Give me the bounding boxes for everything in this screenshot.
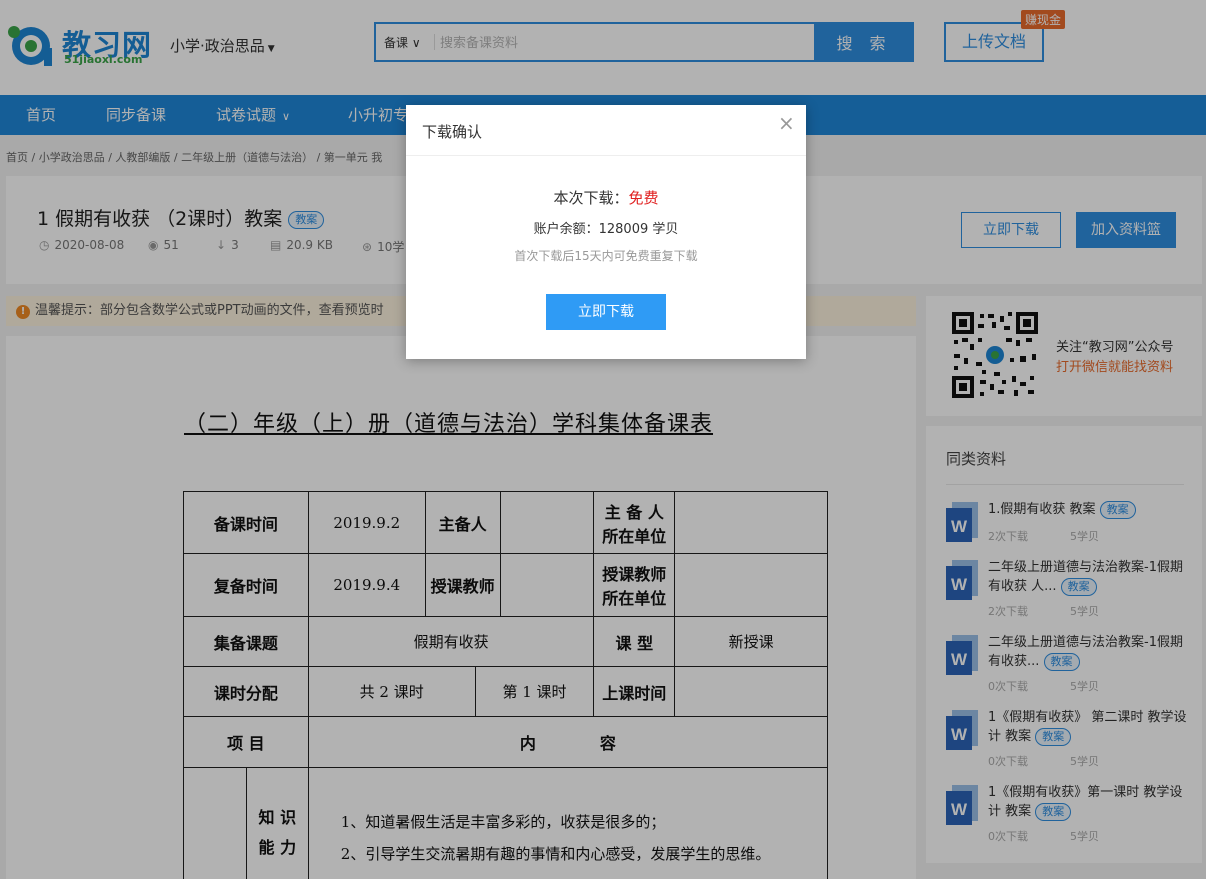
download-price-label: 本次下载：: [553, 189, 629, 207]
download-price-value: 免费: [628, 189, 659, 207]
redownload-hint: 首次下载后15天内可免费重复下载: [514, 249, 698, 263]
account-balance: 账户余额：128009 学贝: [533, 222, 679, 237]
download-price-line: 本次下载：免费: [406, 187, 806, 208]
confirm-download-button[interactable]: 立即下载: [546, 294, 666, 330]
divider: [406, 155, 806, 156]
dialog-title: 下载确认: [422, 123, 483, 141]
download-confirm-dialog: 下载确认 × 本次下载：免费 账户余额：128009 学贝 首次下载后15天内可…: [406, 105, 806, 359]
close-icon[interactable]: ×: [778, 113, 795, 133]
